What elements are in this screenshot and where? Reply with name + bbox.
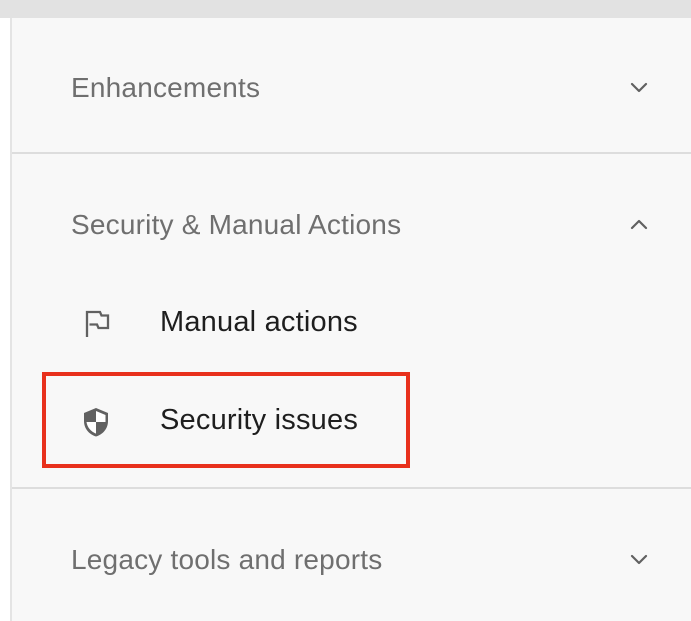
section-header-security-manual-actions[interactable]: Security & Manual Actions — [12, 195, 691, 255]
section-divider — [12, 152, 691, 154]
shield-icon — [84, 408, 108, 437]
section-title-security-manual-actions: Security & Manual Actions — [71, 209, 402, 240]
section-title-legacy-tools: Legacy tools and reports — [71, 544, 383, 575]
screenshot-frame: Enhancements Security & Manual Actions M… — [0, 0, 691, 621]
sidebar-item-manual-actions[interactable]: Manual actions — [12, 292, 691, 356]
section-header-enhancements[interactable]: Enhancements — [12, 58, 691, 118]
sidebar-item-label: Manual actions — [160, 306, 358, 338]
section-header-legacy-tools[interactable]: Legacy tools and reports — [12, 530, 691, 590]
flag-icon — [85, 310, 110, 337]
section-divider — [12, 487, 691, 489]
section-title-enhancements: Enhancements — [71, 72, 261, 103]
top-border — [0, 0, 691, 18]
chevron-down-icon[interactable] — [627, 76, 651, 100]
sidebar-item-security-issues[interactable]: Security issues — [12, 390, 691, 454]
sidebar-item-label: Security issues — [160, 404, 359, 436]
sidebar-panel: Enhancements Security & Manual Actions M… — [10, 18, 691, 621]
chevron-down-icon[interactable] — [627, 548, 651, 572]
chevron-up-icon[interactable] — [627, 213, 651, 237]
